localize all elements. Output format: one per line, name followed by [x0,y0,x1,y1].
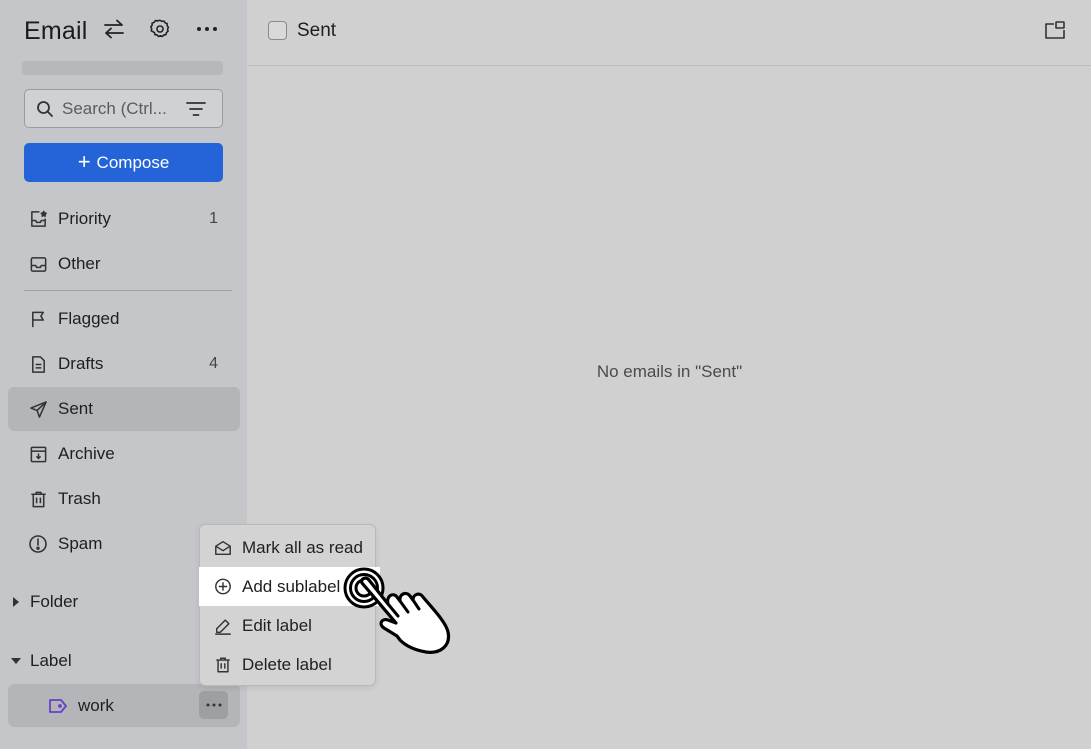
sidebar-item-label: Sent [58,399,93,418]
draft-count: 4 [209,355,218,372]
popout-window-icon[interactable] [1043,19,1067,43]
sidebar-item-label: Trash [58,489,101,508]
menu-item-edit-label[interactable]: Edit label [200,606,375,645]
sidebar-item-label: Archive [58,444,115,463]
sidebar-item-other[interactable]: Other [8,242,240,286]
label-item-name: work [78,695,114,715]
label-context-menu: Mark all as read Add sublabel Edit label… [199,524,380,686]
sidebar-header: Email [24,14,88,48]
account-bar[interactable] [22,61,223,75]
sidebar-item-label: Priority [58,209,111,228]
more-options-icon[interactable] [194,16,220,42]
spam-icon [28,534,48,554]
switch-account-icon[interactable] [101,16,127,42]
select-all-checkbox[interactable] [268,21,287,40]
menu-item-delete-label[interactable]: Delete label [200,645,375,684]
app-title: Email [24,16,88,45]
sidebar-item-label: Other [58,254,101,273]
sidebar-item-priority[interactable]: Priority 1 [8,197,240,241]
menu-item-label: Delete label [242,654,332,674]
folder-section-label: Folder [30,592,79,611]
gear-icon[interactable] [147,16,173,42]
label-item-work[interactable]: work [8,684,240,727]
menu-item-add-sublabel[interactable]: Add sublabel [199,567,380,606]
sidebar-item-label: Flagged [58,309,120,328]
sidebar-item-flagged[interactable]: Flagged [8,297,240,341]
inbox-icon [28,254,48,274]
more-options-icon [206,703,222,707]
menu-item-label: Mark all as read [242,537,363,557]
trash-icon [28,489,48,509]
menu-item-label: Edit label [242,615,312,635]
sidebar-item-drafts[interactable]: Drafts 4 [8,342,240,386]
send-icon [28,399,48,419]
tag-icon [48,698,68,714]
search-icon [36,100,54,118]
search-input[interactable] [62,98,180,119]
menu-item-label: Add sublabel [242,576,341,596]
sidebar-item-label: Spam [58,534,103,553]
folder-title: Sent [297,20,337,41]
sidebar-divider [24,290,232,291]
pencil-icon [214,617,232,635]
sidebar-item-sent[interactable]: Sent [8,387,240,431]
label-more-button[interactable] [199,691,228,719]
main-header: Sent [248,0,1091,66]
inbox-star-icon [28,209,48,229]
sidebar-item-trash[interactable]: Trash [8,477,240,521]
label-section-toggle[interactable]: Label [10,646,72,676]
trash-icon [214,656,232,674]
caret-right-icon [10,597,22,607]
draft-document-icon [28,354,48,374]
flag-icon [28,309,48,329]
unread-count: 1 [209,210,218,227]
archive-icon [28,444,48,464]
sidebar-item-label: Drafts [58,354,104,373]
empty-state-message: No emails in "Sent" [596,362,743,381]
plus-circle-icon [214,578,232,596]
folder-section-toggle[interactable]: Folder [10,587,78,617]
menu-item-mark-all-read[interactable]: Mark all as read [200,528,375,567]
sidebar-item-archive[interactable]: Archive [8,432,240,476]
compose-label: Compose [96,152,170,172]
label-section-label: Label [30,651,72,670]
compose-button[interactable]: + Compose [24,143,223,182]
plus-icon: + [77,148,91,174]
filter-icon[interactable] [186,101,206,117]
envelope-open-icon [214,539,232,557]
search-box[interactable] [24,89,223,128]
caret-down-icon [10,657,22,665]
